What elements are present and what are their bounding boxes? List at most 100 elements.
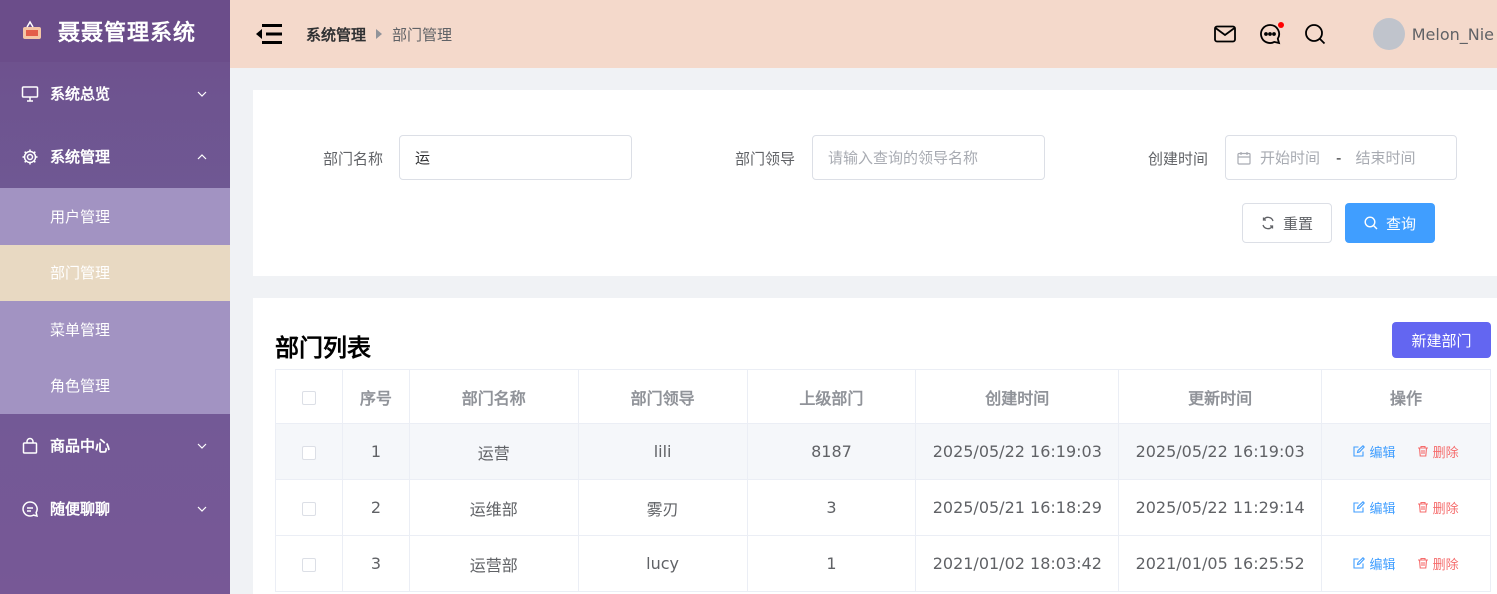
sidebar-item-departments[interactable]: 部门管理: [0, 244, 230, 301]
row-checkbox[interactable]: [301, 557, 316, 572]
chevron-down-icon: [196, 440, 208, 452]
start-time-placeholder[interactable]: 开始时间: [1260, 147, 1320, 168]
cell-updated: 2021/01/05 16:25:52: [1118, 535, 1323, 592]
dept-name-label: 部门名称: [323, 150, 384, 168]
edit-button[interactable]: 编辑: [1353, 442, 1395, 461]
sidebar-item-roles[interactable]: 角色管理: [0, 358, 230, 415]
logo-icon: [20, 19, 44, 43]
breadcrumb: 系统管理 部门管理: [306, 24, 452, 45]
menu-label: 系统管理: [50, 148, 111, 166]
end-time-placeholder[interactable]: 结束时间: [1355, 147, 1415, 168]
table-row[interactable]: 1 运营 lili 8187 2025/05/22 16:19:03 2025/…: [275, 423, 1491, 480]
search-icon[interactable]: [1303, 22, 1327, 46]
reset-button[interactable]: 重置: [1242, 203, 1332, 243]
created-time-label: 创建时间: [1148, 150, 1209, 168]
column-header: 更新时间: [1118, 369, 1323, 424]
submenu-system-management: 用户管理 部门管理 菜单管理 角色管理: [0, 188, 230, 414]
chat-icon: [20, 499, 40, 519]
edit-button[interactable]: 编辑: [1353, 498, 1395, 517]
menu-chat[interactable]: 随便聊聊: [0, 477, 230, 540]
cell-actions: 编辑 删除: [1321, 479, 1491, 536]
column-header: 部门名称: [408, 369, 579, 424]
chevron-down-icon: [196, 503, 208, 515]
search-panel: 部门名称 运 部门领导 请输入查询的领导名称 创建时间 开始时间 - 结束时间 …: [253, 90, 1497, 276]
column-header: 创建时间: [915, 369, 1120, 424]
row-select-cell: [275, 479, 343, 536]
cell-updated: 2025/05/22 16:19:03: [1118, 423, 1323, 480]
trash-icon: [1417, 502, 1428, 513]
cell-dept-name: 运维部: [408, 479, 579, 536]
select-all-cell: [275, 369, 343, 424]
row-checkbox[interactable]: [301, 445, 316, 460]
delete-label: 删除: [1432, 445, 1459, 461]
delete-button[interactable]: 删除: [1417, 498, 1459, 517]
sidebar-item-label: 部门管理: [50, 264, 111, 283]
reset-label: 重置: [1282, 214, 1313, 233]
leader-label: 部门领导: [735, 150, 796, 168]
delete-label: 删除: [1432, 557, 1459, 573]
edit-button[interactable]: 编辑: [1353, 554, 1395, 573]
sidebar-item-label: 用户管理: [50, 207, 111, 226]
username[interactable]: Melon_Nie: [1412, 25, 1494, 44]
created-time-range-picker[interactable]: 开始时间 - 结束时间: [1225, 135, 1457, 180]
dept-name-value: 运: [415, 149, 431, 167]
menu-label: 随便聊聊: [50, 500, 111, 518]
column-header: 上级部门: [746, 369, 917, 424]
delete-button[interactable]: 删除: [1417, 554, 1459, 573]
cell-created: 2021/01/02 18:03:42: [915, 535, 1120, 592]
row-select-cell: [275, 535, 343, 592]
menu-label: 商品中心: [50, 437, 111, 455]
trash-icon: [1417, 446, 1428, 457]
dept-name-input[interactable]: 运: [399, 135, 632, 180]
cell-created: 2025/05/21 16:18:29: [915, 479, 1120, 536]
calendar-icon: [1237, 151, 1251, 165]
range-separator: -: [1336, 148, 1342, 167]
row-select-cell: [275, 423, 343, 480]
query-button[interactable]: 查询: [1345, 203, 1435, 243]
top-header: 系统管理 部门管理 Melon_Nie: [230, 0, 1497, 68]
cell-updated: 2025/05/22 11:29:14: [1118, 479, 1323, 536]
edit-label: 编辑: [1369, 557, 1396, 573]
cell-leader: lucy: [577, 535, 748, 592]
breadcrumb-separator-icon: [376, 29, 383, 39]
edit-icon: [1353, 501, 1366, 513]
menu-system-overview[interactable]: 系统总览: [0, 62, 230, 125]
leader-input[interactable]: 请输入查询的领导名称: [812, 135, 1045, 180]
avatar[interactable]: [1372, 18, 1405, 50]
cell-dept-name: 运营部: [408, 535, 579, 592]
cell-index: 1: [341, 423, 410, 480]
logo: 聂聂管理系统: [0, 0, 230, 62]
cell-parent: 1: [746, 535, 917, 592]
chevron-up-icon: [196, 151, 208, 163]
mail-icon[interactable]: [1213, 22, 1237, 46]
select-all-checkbox[interactable]: [301, 390, 316, 405]
cell-parent: 8187: [746, 423, 917, 480]
table-row[interactable]: 2 运维部 雾刃 3 2025/05/21 16:18:29 2025/05/2…: [275, 479, 1491, 536]
delete-label: 删除: [1432, 501, 1459, 517]
edit-label: 编辑: [1369, 501, 1396, 517]
sidebar-item-users[interactable]: 用户管理: [0, 188, 230, 245]
breadcrumb-item-current: 部门管理: [392, 25, 453, 44]
sidebar-item-menus[interactable]: 菜单管理: [0, 301, 230, 358]
collapse-menu-icon[interactable]: [256, 23, 282, 45]
list-title: 部门列表: [275, 334, 371, 362]
new-department-button[interactable]: 新建部门: [1392, 322, 1491, 358]
row-checkbox[interactable]: [301, 501, 316, 516]
menu-system-management[interactable]: 系统管理: [0, 125, 230, 188]
menu-product-center[interactable]: 商品中心: [0, 414, 230, 477]
query-label: 查询: [1385, 214, 1416, 233]
message-icon[interactable]: [1258, 22, 1284, 46]
breadcrumb-item-parent[interactable]: 系统管理: [306, 24, 366, 45]
sidebar-item-label: 菜单管理: [50, 320, 111, 339]
search-icon: [1364, 216, 1378, 230]
cell-actions: 编辑 删除: [1321, 423, 1491, 480]
gear-icon: [20, 147, 40, 167]
cell-parent: 3: [746, 479, 917, 536]
cell-leader: lili: [577, 423, 748, 480]
header-actions: Melon_Nie: [1213, 0, 1497, 68]
refresh-icon: [1261, 216, 1275, 230]
delete-button[interactable]: 删除: [1417, 442, 1459, 461]
monitor-icon: [20, 84, 40, 104]
table-row[interactable]: 3 运营部 lucy 1 2021/01/02 18:03:42 2021/01…: [275, 535, 1491, 592]
chevron-down-icon: [196, 88, 208, 100]
